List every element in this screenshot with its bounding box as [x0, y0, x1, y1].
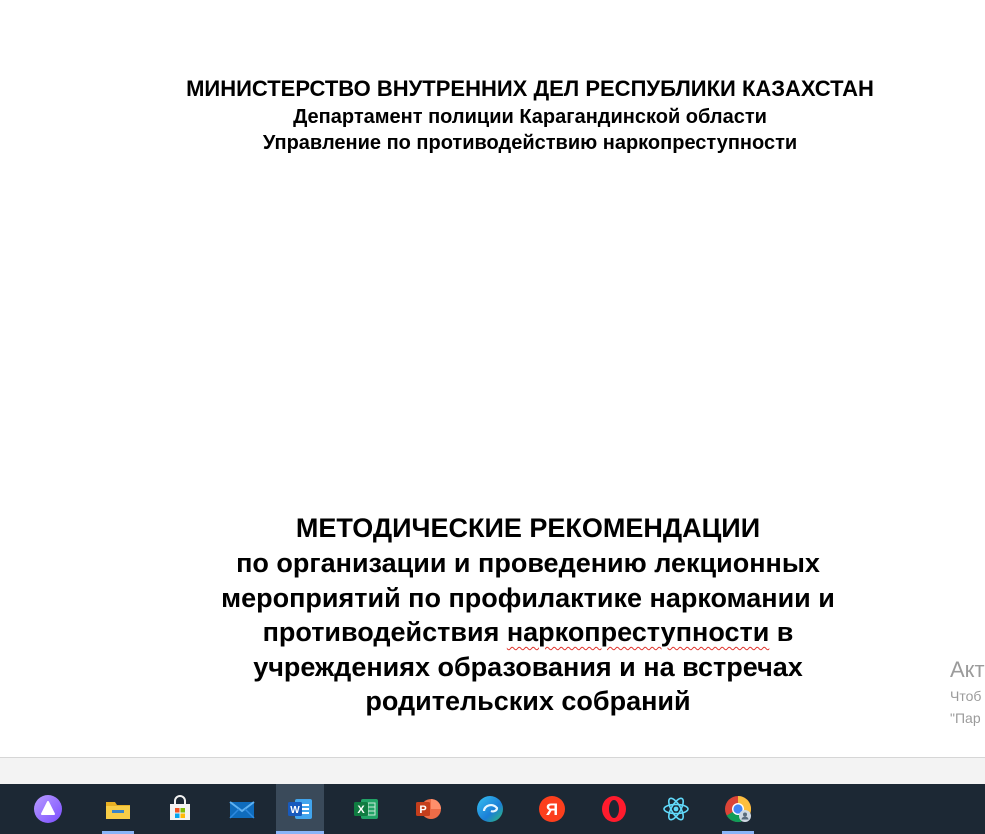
powerpoint-icon: P — [416, 799, 441, 819]
yandex-icon: Я — [539, 796, 565, 822]
chrome-icon — [725, 795, 752, 823]
svg-text:P: P — [419, 804, 426, 816]
title-line-2: мероприятий по профилактике наркомании и — [221, 582, 835, 613]
title-line-3-after: в — [769, 617, 794, 647]
title-line-1: по организации и проведению лекционных — [236, 548, 820, 578]
activation-title: Акт — [950, 657, 985, 682]
department-name: Департамент полиции Карагандинской облас… — [293, 106, 767, 128]
taskbar-yandex-browser[interactable]: Я — [528, 784, 576, 834]
taskbar-mail[interactable] — [218, 784, 266, 834]
taskbar-file-explorer[interactable] — [94, 784, 142, 834]
taskbar-word[interactable]: W — [276, 784, 324, 834]
spellcheck-flagged-word[interactable]: наркопреступности — [507, 617, 769, 647]
activation-line-1: Чтоб — [950, 688, 982, 704]
mail-icon — [229, 801, 255, 819]
word-icon: W — [288, 799, 312, 819]
title-line-3-before: противодействия — [262, 617, 507, 647]
taskbar-excel[interactable]: X — [342, 784, 390, 834]
taskbar: W X P Я — [0, 784, 985, 834]
svg-text:X: X — [357, 804, 365, 816]
document-header: МИНИСТЕРСТВО ВНУТРЕННИХ ДЕЛ РЕСПУБЛИКИ К… — [130, 74, 930, 156]
title-line-3: противодействия наркопреступности в — [138, 615, 918, 650]
title-main: МЕТОДИЧЕСКИЕ РЕКОМЕНДАЦИИ — [295, 513, 761, 543]
taskbar-opera[interactable] — [590, 784, 638, 834]
taskbar-powerpoint[interactable]: P — [404, 784, 452, 834]
status-area — [0, 757, 985, 784]
ministry-name: МИНИСТЕРСТВО ВНУТРЕННИХ ДЕЛ РЕСПУБЛИКИ К… — [186, 76, 874, 101]
activation-line-2: "Пар — [950, 710, 981, 726]
document-title: МЕТОДИЧЕСКИЕ РЕКОМЕНДАЦИИ по организации… — [138, 510, 918, 719]
react-icon — [663, 797, 689, 821]
title-line-4: учреждениях образования и на встречах — [253, 651, 803, 682]
taskbar-react-devtools[interactable] — [652, 784, 700, 834]
taskbar-alice-assistant[interactable] — [24, 784, 72, 834]
folder-icon — [106, 802, 130, 819]
opera-icon — [602, 796, 626, 822]
taskbar-edge[interactable] — [466, 784, 514, 834]
division-name: Управление по противодействию наркопрест… — [262, 132, 798, 154]
taskbar-microsoft-store[interactable] — [156, 784, 204, 834]
windows-activation-watermark: Акт Чтоб "Пар — [950, 655, 985, 729]
edge-icon — [477, 796, 503, 822]
store-icon — [170, 795, 190, 820]
svg-text:Я: Я — [546, 800, 558, 819]
alice-icon — [34, 795, 62, 823]
taskbar-chrome[interactable] — [714, 784, 762, 834]
excel-icon: X — [354, 799, 378, 819]
document-page[interactable]: МИНИСТЕРСТВО ВНУТРЕННИХ ДЕЛ РЕСПУБЛИКИ К… — [0, 0, 985, 757]
svg-text:W: W — [290, 805, 300, 816]
title-line-5: родительских собраний — [365, 686, 691, 716]
